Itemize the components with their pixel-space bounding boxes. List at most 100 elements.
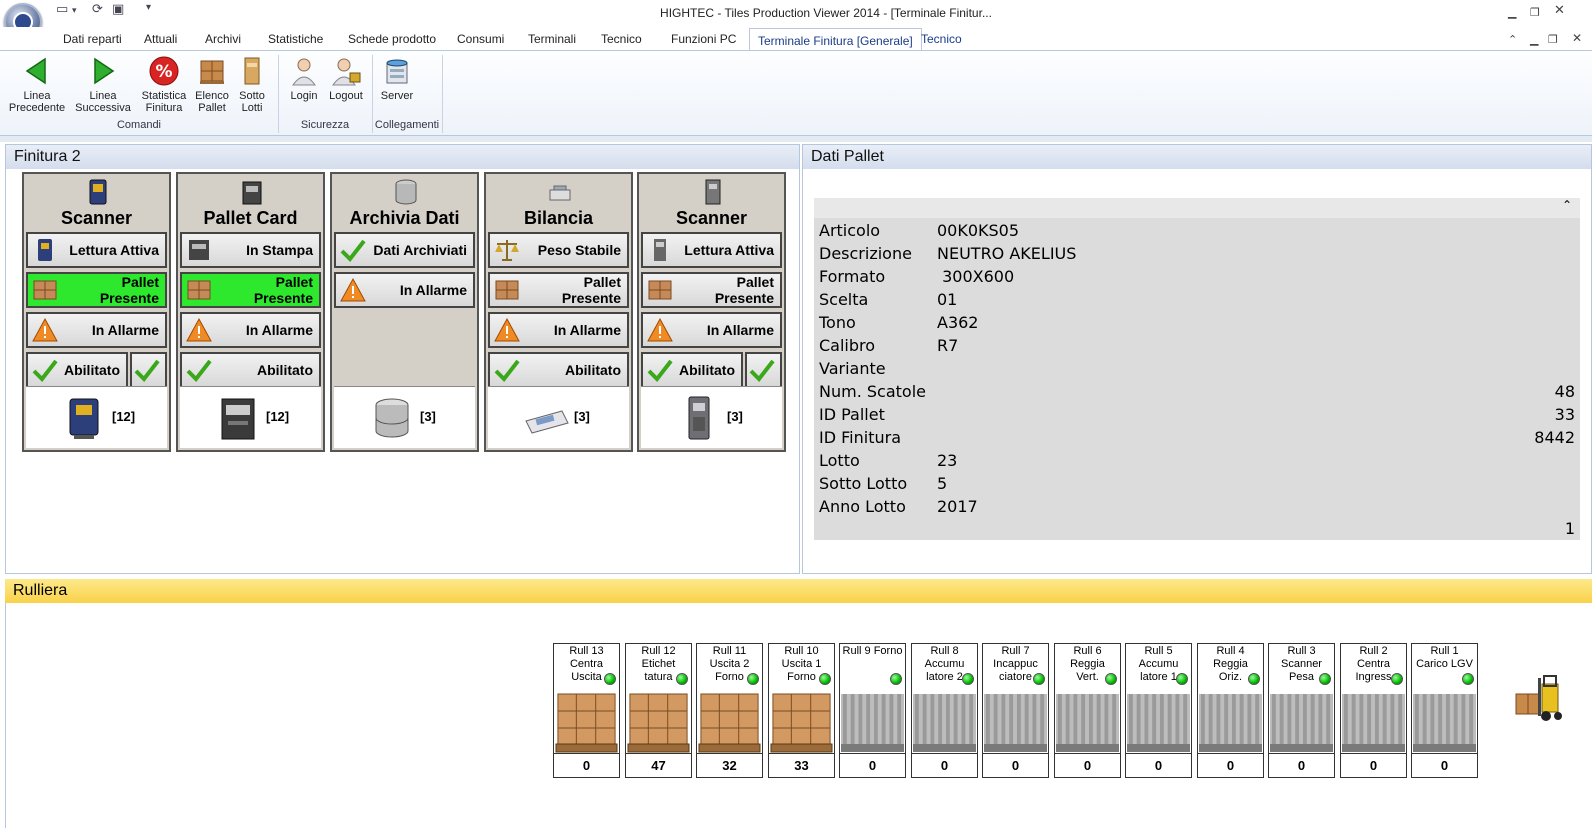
ribbon-collapse-icon[interactable]: ⌃	[1508, 33, 1517, 46]
conveyor-rollers-icon	[1413, 688, 1476, 754]
tab-statistiche[interactable]: Statistiche	[260, 27, 331, 51]
status-led-icon	[1105, 673, 1117, 685]
tab-terminali[interactable]: Terminali	[520, 27, 584, 51]
conveyor-rollers-icon	[841, 688, 904, 754]
rullo-7[interactable]: Rull 7 Incappuc ciatore 0	[982, 643, 1049, 778]
device-bilancia[interactable]: Bilancia Peso Stabile Pallet Presente In…	[484, 172, 633, 452]
tab-funzioni-pc[interactable]: Funzioni PC	[663, 27, 744, 51]
checkmark-icon	[647, 359, 673, 383]
rullo-13[interactable]: Rull 13 Centra Uscita 0	[553, 643, 620, 778]
rullo-9[interactable]: Rull 9 Forno 0	[839, 643, 906, 778]
pallet-icon	[33, 280, 57, 300]
ribbon-bottom-band	[0, 136, 1592, 142]
server-button[interactable]: Server	[378, 55, 416, 102]
device-title: Pallet Card	[203, 208, 298, 228]
rullo-6[interactable]: Rull 6 Reggia Vert. 0	[1054, 643, 1121, 778]
rullo-count: 0	[1126, 753, 1191, 777]
elenco-pallet-button[interactable]: Elenco Pallet	[192, 55, 232, 114]
conveyor-rollers-icon	[1199, 688, 1262, 754]
rullo-10[interactable]: Rull 10 Uscita 1 Forno 33	[768, 643, 835, 778]
rullo-count: 0	[554, 753, 619, 777]
collapse-chevron-icon[interactable]: ⌃	[1562, 198, 1572, 212]
device-counter-area: [12]	[26, 386, 167, 448]
abilitato-toggle[interactable]	[130, 352, 167, 388]
status-led-icon	[1248, 673, 1260, 685]
field-row: ID Pallet 33	[819, 405, 1575, 424]
device-scanner-1[interactable]: Scanner Lettura Attiva Pallet Presente I…	[22, 172, 171, 452]
conveyor-rollers-icon	[984, 688, 1047, 754]
tab-archivi[interactable]: Archivi	[197, 27, 249, 51]
statistica-finitura-button[interactable]: % Statistica Finitura	[138, 55, 190, 114]
device-pallet-card[interactable]: Pallet Card In Stampa Pallet Presente In…	[176, 172, 325, 452]
rullo-8[interactable]: Rull 8 Accumu latore 20	[911, 643, 978, 778]
device-counter-area: [12]	[180, 386, 321, 448]
mdi-close-icon[interactable]: ✕	[1572, 31, 1582, 45]
status-pallet-presente: Pallet Presente	[180, 272, 321, 308]
rullo-12[interactable]: Rull 12 Etichet tatura 47	[625, 643, 692, 778]
device-count: [12]	[112, 409, 136, 424]
rullo-count: 0	[1269, 753, 1334, 777]
sotto-lotti-button[interactable]: Sotto Lotti	[234, 55, 270, 114]
rullo-count: 0	[1341, 753, 1406, 777]
device-scanner-2[interactable]: Scanner Lettura Attiva Pallet Presente I…	[637, 172, 786, 452]
rullo-count: 47	[626, 753, 691, 777]
warning-icon	[32, 317, 58, 342]
scanner-terminal-icon	[688, 396, 710, 440]
rullo-count: 0	[912, 753, 977, 777]
status-led-icon	[890, 673, 902, 685]
field-row: Num. Scatole 48	[819, 382, 1575, 401]
tab-tecnico-contextual[interactable]: Tecnico	[913, 27, 970, 51]
rullo-2[interactable]: Rull 2 Centra Ingress 0	[1340, 643, 1407, 778]
restore-icon[interactable]: ❐	[1530, 6, 1540, 19]
rullo-3[interactable]: Rull 3 Scanner Pesa 0	[1268, 643, 1335, 778]
user-lock-icon	[332, 58, 361, 86]
rullo-5[interactable]: Rull 5 Accumu latore 10	[1125, 643, 1192, 778]
rullo-count: 0	[1055, 753, 1120, 777]
dati-pallet-title: Dati Pallet	[803, 145, 1591, 169]
status-abilitato[interactable]: Abilitato	[641, 352, 743, 388]
conveyor-rollers-icon	[1056, 688, 1119, 754]
field-row: Sotto Lotto 5	[819, 474, 948, 493]
logout-button[interactable]: Logout	[326, 55, 366, 102]
close-icon[interactable]: ✕	[1554, 3, 1565, 18]
abilitato-toggle[interactable]	[745, 352, 782, 388]
pallet-icon	[495, 280, 519, 300]
status-abilitato[interactable]: Abilitato	[488, 352, 629, 388]
tab-attuali[interactable]: Attuali	[136, 27, 185, 51]
tab-dati-reparti[interactable]: Dati reparti	[55, 27, 130, 51]
field-row: Scelta 01	[819, 290, 958, 309]
minimize-icon[interactable]: ▁	[1508, 6, 1516, 19]
field-row: Lotto 23	[819, 451, 958, 470]
scanner-icon	[69, 398, 99, 439]
mdi-minimize-icon[interactable]: ▁	[1530, 33, 1538, 46]
linea-successiva-button[interactable]: Linea Successiva	[74, 55, 132, 114]
field-row: Articolo 00K0KS05	[819, 221, 1020, 240]
pallet-icon	[648, 280, 672, 300]
rullo-1[interactable]: Rull 1 Carico LGV 0	[1411, 643, 1478, 778]
status-abilitato[interactable]: Abilitato	[180, 352, 321, 388]
rullo-4[interactable]: Rull 4 Reggia Oriz. 0	[1197, 643, 1264, 778]
rullo-11[interactable]: Rull 11 Uscita 2 Forno 32	[696, 643, 763, 778]
scale-icon	[525, 410, 569, 434]
device-count: [3]	[574, 409, 590, 424]
tab-tecnico[interactable]: Tecnico	[593, 27, 650, 51]
checkmark-icon	[32, 359, 58, 383]
group-label-sicurezza: Sicurezza	[300, 119, 350, 131]
pallet-on-conveyor-icon	[698, 688, 761, 754]
finitura-panel-title: Finitura 2	[6, 145, 799, 169]
linea-precedente-button[interactable]: Linea Precedente	[8, 55, 66, 114]
user-icon	[292, 58, 316, 86]
device-title: Scanner	[675, 208, 748, 228]
dati-pallet-grid: ⌃ Articolo 00K0KS05 Descrizione NEUTRO AKE…	[814, 198, 1580, 540]
tab-consumi[interactable]: Consumi	[449, 27, 512, 51]
device-title: Bilancia	[523, 208, 594, 228]
tab-schede-prodotto[interactable]: Schede prodotto	[340, 27, 444, 51]
rullo-count: 33	[769, 753, 834, 777]
login-button[interactable]: Login	[286, 55, 322, 102]
svg-text:%: %	[155, 62, 172, 82]
device-archivia-dati[interactable]: Archivia Dati Dati Archiviati In Allarme…	[330, 172, 479, 452]
field-row: Anno Lotto 2017	[819, 497, 978, 516]
mdi-restore-icon[interactable]: ❐	[1548, 33, 1558, 46]
tab-terminale-finitura[interactable]: Terminale Finitura [Generale]	[749, 28, 922, 52]
status-abilitato[interactable]: Abilitato	[26, 352, 128, 388]
